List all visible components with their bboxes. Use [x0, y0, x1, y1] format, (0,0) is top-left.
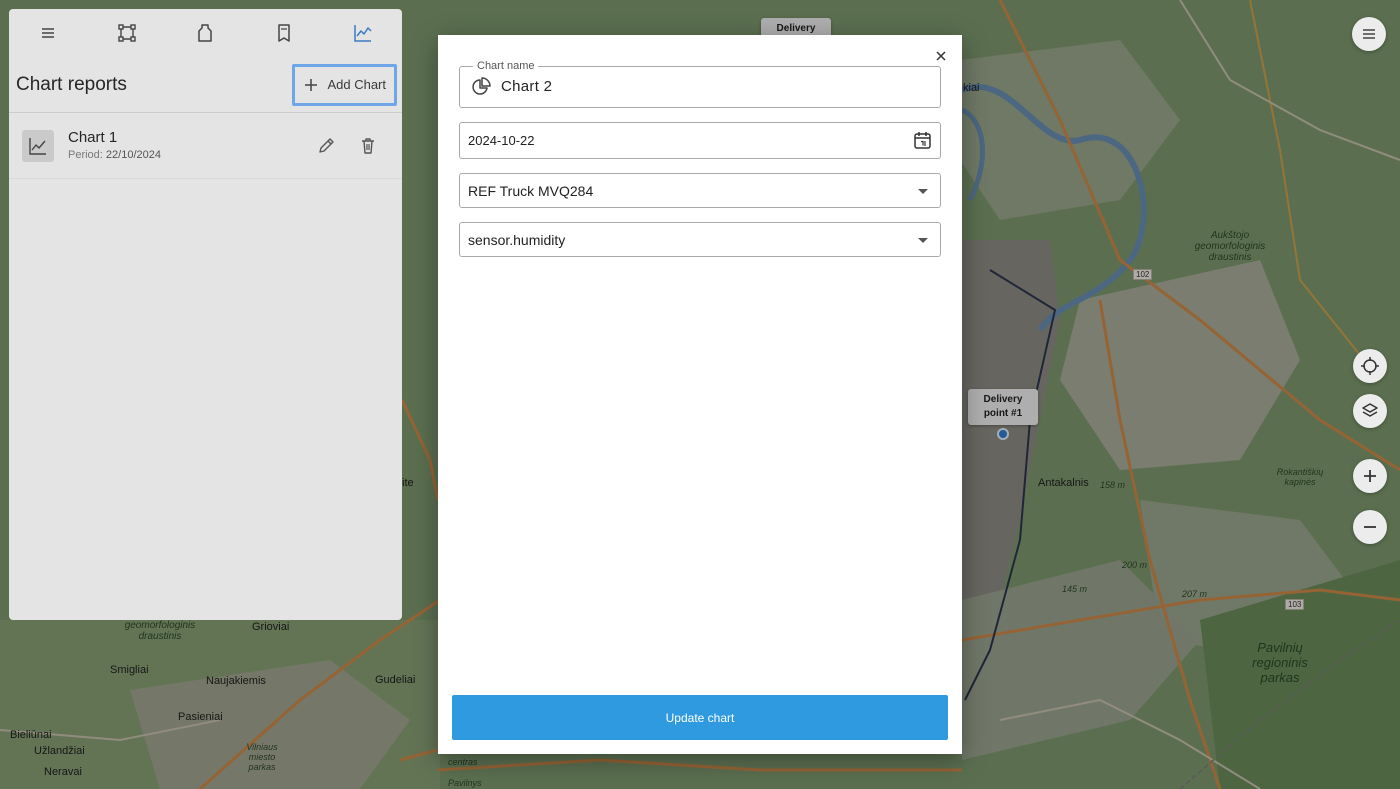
- pie-chart-icon: [472, 77, 491, 95]
- bookmarks-tab[interactable]: [245, 9, 324, 57]
- layers-icon: [1362, 403, 1378, 417]
- menu-button[interactable]: [9, 9, 88, 57]
- chart-thumbnail: [22, 129, 54, 162]
- panel-toolbar: [9, 9, 402, 57]
- update-chart-button[interactable]: Update chart: [452, 695, 948, 740]
- trash-icon: [362, 137, 374, 154]
- date-input[interactable]: 2024-10-22: [468, 133, 535, 148]
- calendar-icon[interactable]: [913, 131, 932, 150]
- chart-edit-dialog: Chart name Chart 2 2024-10-22 REF Truck …: [438, 35, 962, 754]
- zoom-in-icon: [1364, 470, 1376, 482]
- add-chart-label: Add Chart: [327, 77, 386, 92]
- chevron-down-icon: [918, 238, 928, 243]
- zoom-out-button[interactable]: [1353, 510, 1387, 544]
- charts-tab[interactable]: [323, 9, 402, 57]
- zoom-out-icon: [1364, 526, 1376, 528]
- sensor-select[interactable]: sensor.humidity: [459, 222, 941, 257]
- line-chart-icon: [29, 137, 46, 155]
- chart-name-field[interactable]: Chart name Chart 2: [459, 59, 941, 108]
- chevron-down-icon: [918, 189, 928, 194]
- chart-period: Period: 22/10/2024: [68, 148, 161, 161]
- plus-icon: [305, 78, 318, 91]
- chart-name: Chart 1: [68, 128, 118, 146]
- edit-chart-button[interactable]: [305, 125, 347, 167]
- geofences-tab[interactable]: [166, 9, 245, 57]
- date-field[interactable]: 2024-10-22: [459, 122, 941, 159]
- panel-header: Chart reports Add Chart: [9, 57, 402, 113]
- bookmark-icon: [278, 24, 290, 42]
- delete-chart-button[interactable]: [347, 125, 389, 167]
- locate-button[interactable]: [1353, 349, 1387, 383]
- zoom-in-button[interactable]: [1353, 459, 1387, 493]
- chart-name-input[interactable]: Chart 2: [501, 78, 552, 95]
- close-button[interactable]: [932, 47, 950, 65]
- map-menu-button[interactable]: [1352, 17, 1386, 51]
- pencil-icon: [319, 137, 334, 153]
- routes-tab[interactable]: [88, 9, 167, 57]
- vehicle-select[interactable]: REF Truck MVQ284: [459, 173, 941, 208]
- chart-icon: [353, 25, 372, 42]
- chart-name-legend: Chart name: [473, 59, 539, 73]
- chart-list-item[interactable]: Chart 1 Period: 22/10/2024: [9, 113, 402, 179]
- add-chart-button[interactable]: Add Chart: [292, 63, 397, 106]
- geofence-icon: [198, 24, 213, 42]
- layers-button[interactable]: [1353, 394, 1387, 428]
- sensor-select-value: sensor.humidity: [468, 232, 566, 248]
- chart-reports-panel: Chart reports Add Chart Chart 1 Period: …: [9, 9, 402, 620]
- menu-icon: [42, 28, 55, 38]
- close-icon: [936, 51, 946, 61]
- vehicle-select-value: REF Truck MVQ284: [468, 183, 594, 199]
- menu-icon: [1363, 29, 1375, 39]
- locate-icon: [1361, 357, 1379, 375]
- route-icon: [118, 24, 136, 42]
- panel-title: Chart reports: [16, 73, 127, 95]
